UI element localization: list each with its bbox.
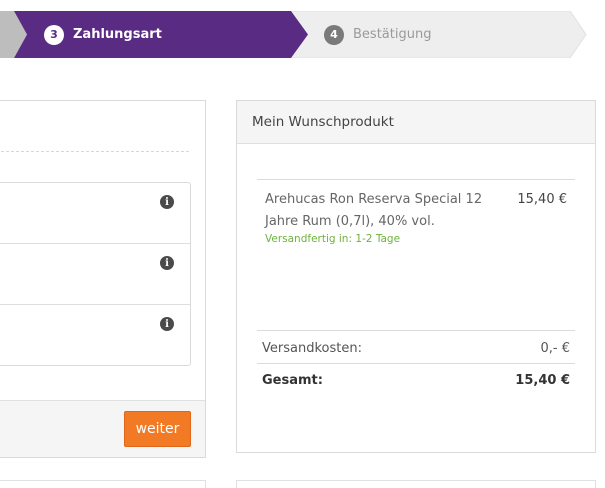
step-number-badge: 4 [324,24,344,45]
shipping-row: Versandkosten: 0,- € [262,341,570,356]
payment-options-list: i i i [0,182,191,366]
product-price: 15,40 € [517,192,567,207]
payment-option[interactable]: i [0,305,190,366]
summary-divider [257,363,575,364]
total-label: Gesamt: [262,373,323,388]
product-summary-panel: Mein Wunschprodukt Arehucas Ron Reserva … [236,100,596,453]
payment-panel: i i i weiter [0,100,206,458]
step-bestaetigung: 4 Bestätigung [324,11,431,58]
summary-title: Mein Wunschprodukt [252,114,394,130]
next-section-box [236,480,596,488]
payment-option[interactable]: i [0,244,190,305]
info-icon[interactable]: i [160,195,174,209]
total-value: 15,40 € [515,373,570,388]
summary-header: Mein Wunschprodukt [237,101,595,144]
total-row: Gesamt: 15,40 € [262,373,570,388]
product-availability: Versandfertig in: 1-2 Tage [265,233,401,245]
step-zahlungsart: 3 Zahlungsart [44,11,162,58]
summary-divider [257,330,575,331]
shipping-label: Versandkosten: [262,341,362,356]
step-label: Bestätigung [353,27,432,42]
info-icon[interactable]: i [160,317,174,331]
product-name: Arehucas Ron Reserva Special 12 Jahre Ru… [265,192,483,229]
summary-divider [257,179,575,180]
next-section-box [0,480,206,488]
checkout-progress: 3 Zahlungsart 4 Bestätigung [0,11,605,58]
step-number-badge: 3 [44,24,64,45]
panel-footer: weiter [0,400,205,457]
shipping-value: 0,- € [540,341,571,356]
payment-option[interactable]: i [0,183,190,244]
dashed-divider [0,151,189,152]
info-icon[interactable]: i [160,256,174,270]
step-label: Zahlungsart [73,27,162,42]
weiter-button[interactable]: weiter [124,411,191,447]
